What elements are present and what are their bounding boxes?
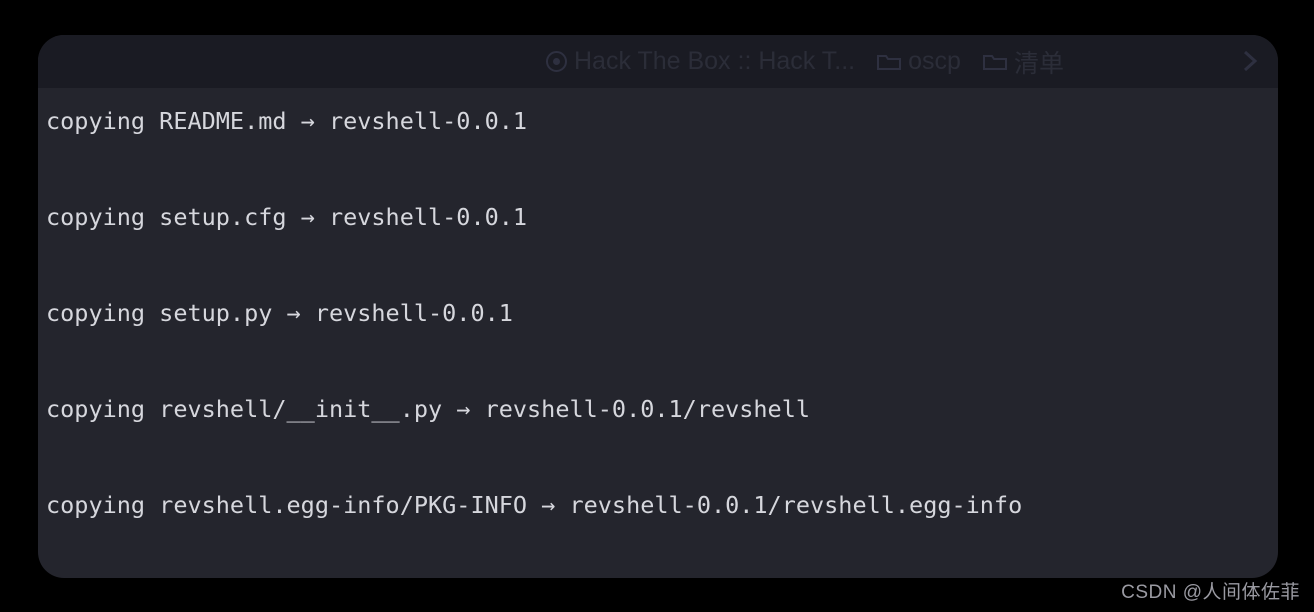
terminal-line: copying setup.py → revshell-0.0.1 [46, 299, 513, 327]
terminal-line: copying revshell/__init__.py → revshell-… [46, 395, 811, 423]
terminal-window[interactable]: Hack The Box :: Hack T... oscp 清单 copyin… [38, 35, 1278, 578]
terminal-output[interactable]: copying README.md → revshell-0.0.1 copyi… [38, 35, 1278, 578]
terminal-line: copying README.md → revshell-0.0.1 [46, 107, 528, 135]
watermark: CSDN @人间体佐菲 [1121, 582, 1300, 603]
terminal-line: copying setup.cfg → revshell-0.0.1 [46, 203, 528, 231]
terminal-line: copying revshell.egg-info/PKG-INFO → rev… [46, 491, 1023, 519]
